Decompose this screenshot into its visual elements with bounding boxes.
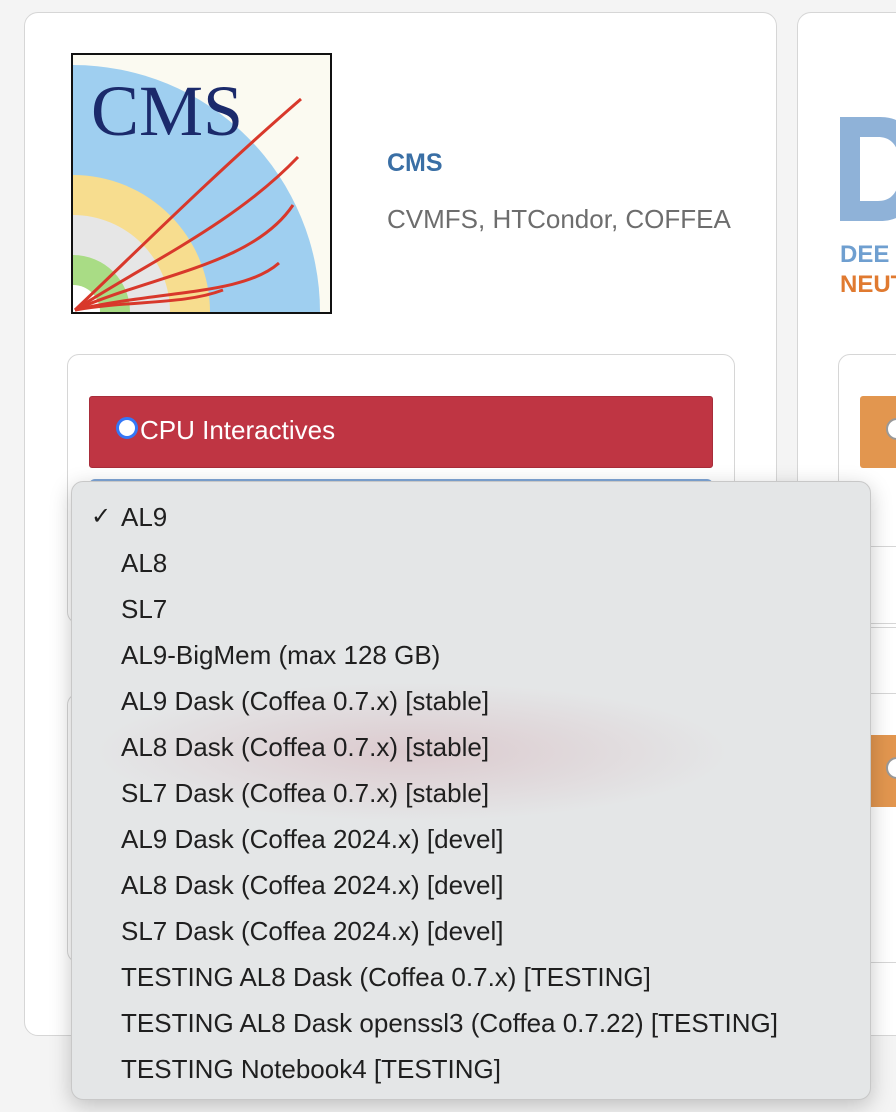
menu-item-testing-notebook4[interactable]: TESTING Notebook4 [TESTING] <box>72 1046 870 1092</box>
menu-item-label: TESTING AL8 Dask (Coffea 0.7.x) [TESTING… <box>121 962 651 992</box>
menu-item-label: AL8 <box>121 548 168 578</box>
experiment-description: CVMFS, HTCondor, COFFEA <box>387 204 731 234</box>
menu-item-sl7[interactable]: SL7 <box>72 586 870 632</box>
profile-option-cpu-interactives[interactable]: CPU Interactives <box>89 396 713 468</box>
menu-item-label: SL7 Dask (Coffea 0.7.x) [stable] <box>121 778 490 808</box>
menu-item-label: AL8 Dask (Coffea 2024.x) [devel] <box>121 870 504 900</box>
dune-text-line-1: DEE <box>840 241 890 268</box>
menu-item-sl7-dask-devel[interactable]: SL7 Dask (Coffea 2024.x) [devel] <box>72 908 870 954</box>
menu-item-al9-dask-devel[interactable]: AL9 Dask (Coffea 2024.x) [devel] <box>72 816 870 862</box>
menu-item-label: AL8 Dask (Coffea 0.7.x) [stable] <box>121 732 490 762</box>
menu-item-al8-dask-stable[interactable]: AL8 Dask (Coffea 0.7.x) [stable] <box>72 724 870 770</box>
menu-item-label: SL7 Dask (Coffea 2024.x) [devel] <box>121 916 504 946</box>
experiment-name: CMS <box>387 149 443 177</box>
menu-item-label: AL9 <box>121 502 168 532</box>
profile-label: CPU Interactives <box>140 415 336 445</box>
menu-item-al9[interactable]: ✓ AL9 <box>72 494 870 540</box>
menu-item-label: SL7 <box>121 594 168 624</box>
menu-item-al8-dask-devel[interactable]: AL8 Dask (Coffea 2024.x) [devel] <box>72 862 870 908</box>
cms-detector-icon: CMS <box>73 55 330 312</box>
menu-item-label: AL9 Dask (Coffea 0.7.x) [stable] <box>121 686 490 716</box>
menu-item-testing-al8-dask-openssl3[interactable]: TESTING AL8 Dask openssl3 (Coffea 0.7.22… <box>72 1000 870 1046</box>
menu-item-sl7-dask-stable[interactable]: SL7 Dask (Coffea 0.7.x) [stable] <box>72 770 870 816</box>
menu-item-label: AL9 Dask (Coffea 2024.x) [devel] <box>121 824 504 854</box>
menu-item-label: TESTING Notebook4 [TESTING] <box>121 1054 501 1084</box>
cms-logo-text: CMS <box>91 71 243 151</box>
cms-logo: CMS <box>71 53 332 314</box>
checkmark-icon: ✓ <box>91 503 112 530</box>
dune-profile-option[interactable] <box>860 396 896 468</box>
menu-item-al9-dask-stable[interactable]: AL9 Dask (Coffea 0.7.x) [stable] <box>72 678 870 724</box>
menu-item-al8[interactable]: AL8 <box>72 540 870 586</box>
menu-item-label: AL9-BigMem (max 128 GB) <box>121 640 441 670</box>
menu-item-testing-al8-dask[interactable]: TESTING AL8 Dask (Coffea 0.7.x) [TESTING… <box>72 954 870 1000</box>
dune-radio-button[interactable] <box>886 418 896 440</box>
dune-text-line-2: NEUT <box>840 271 896 298</box>
dune-logo-icon <box>840 117 896 221</box>
dune-radio-button-2[interactable] <box>886 757 896 779</box>
profile-radio-button[interactable] <box>116 417 138 439</box>
menu-item-label: TESTING AL8 Dask openssl3 (Coffea 0.7.22… <box>121 1008 779 1038</box>
image-dropdown-menu: ✓ AL9 AL8 SL7 AL9-BigMem (max 128 GB) AL… <box>71 481 871 1100</box>
menu-item-al9-bigmem[interactable]: AL9-BigMem (max 128 GB) <box>72 632 870 678</box>
